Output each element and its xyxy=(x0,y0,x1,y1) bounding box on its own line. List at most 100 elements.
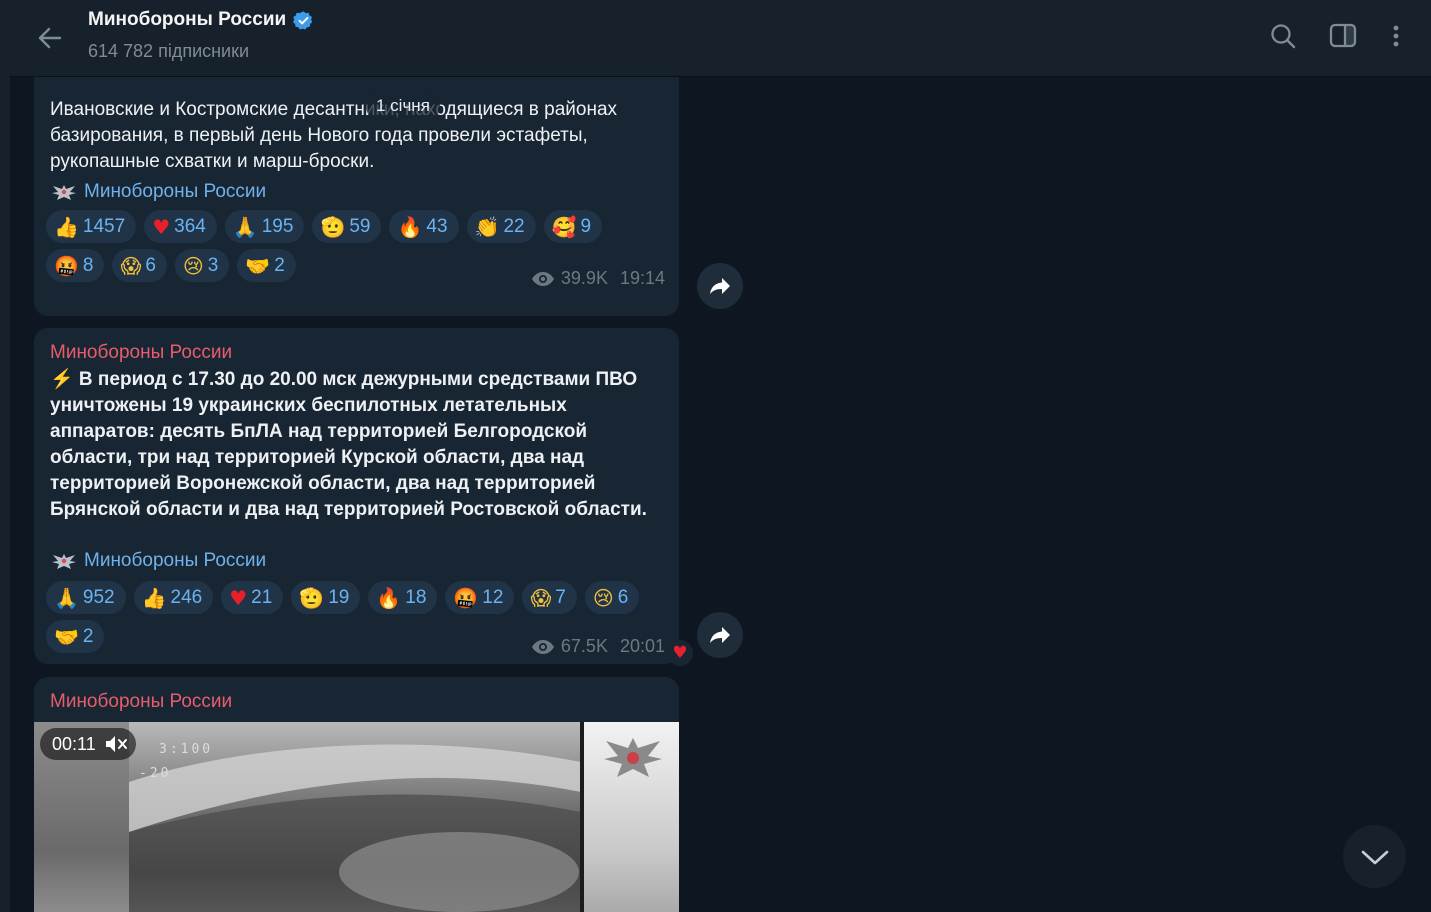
eye-icon xyxy=(531,271,554,286)
reaction-count: 2 xyxy=(274,254,285,276)
reactions-row: 🤬 8 😱 6 😢 3 🤝 2 xyxy=(46,249,296,282)
reaction-count: 952 xyxy=(82,586,115,608)
reaction-angry[interactable]: 🤬 8 xyxy=(46,249,105,282)
kebab-menu-icon xyxy=(1393,25,1399,47)
more-menu-button[interactable] xyxy=(1381,21,1411,51)
channel-title-row[interactable]: Минобороны России xyxy=(88,9,314,31)
reaction-fire[interactable]: 🔥 18 xyxy=(368,581,438,614)
reaction-angry[interactable]: 🤬 12 xyxy=(445,581,515,614)
share-button[interactable] xyxy=(697,612,743,658)
reaction-thumbs-up[interactable]: 👍 1457 xyxy=(46,210,137,243)
reaction-heart[interactable]: ♥ 364 xyxy=(144,210,217,243)
reaction-count: 364 xyxy=(174,215,206,237)
scroll-to-bottom-button[interactable] xyxy=(1343,825,1406,888)
video-duration-badge[interactable]: 00:11 xyxy=(40,728,136,760)
crying-face-icon: 😢 xyxy=(592,585,614,610)
subscriber-count: 614 782 підписники xyxy=(88,41,250,61)
sidebar-toggle-icon xyxy=(1329,23,1357,48)
pray-icon: 🙏 xyxy=(54,585,79,610)
sender-name[interactable]: Минобороны России xyxy=(50,691,232,713)
heart-icon: ♥ xyxy=(229,585,248,610)
video-frame-right xyxy=(584,722,679,912)
back-button[interactable] xyxy=(34,22,66,54)
message-bubble: Ивановские и Костромские десантники, нах… xyxy=(34,77,679,316)
share-arrow-icon xyxy=(710,278,730,294)
fire-icon: 🔥 xyxy=(397,214,423,239)
reaction-thumbs-up[interactable]: 👍 246 xyxy=(133,581,214,614)
reaction-count: 6 xyxy=(145,254,156,276)
video-duration: 00:11 xyxy=(52,733,96,754)
pray-icon: 🙏 xyxy=(232,214,258,239)
reaction-count: 195 xyxy=(261,215,294,237)
message-text: ⚡ В период с 17.30 до 20.00 мск дежурным… xyxy=(50,369,647,520)
chevron-down-icon xyxy=(1361,850,1388,864)
arrow-left-icon xyxy=(38,27,62,49)
channel-signature-link[interactable]: Минобороны России xyxy=(50,181,266,203)
eagle-emblem-icon xyxy=(52,185,76,200)
scream-face-icon: 😱 xyxy=(530,585,552,610)
own-reaction-heart-icon[interactable]: ♥ xyxy=(667,640,693,666)
scream-face-icon: 😱 xyxy=(120,253,142,278)
thumbs-up-icon: 👍 xyxy=(141,585,167,610)
reaction-count: 1457 xyxy=(82,215,126,237)
reaction-heart[interactable]: ♥ 21 xyxy=(221,581,284,614)
angry-face-icon: 🤬 xyxy=(453,585,479,610)
channel-name[interactable]: Минобороны России xyxy=(88,9,286,31)
crying-face-icon: 😢 xyxy=(182,253,204,278)
search-button[interactable] xyxy=(1268,21,1298,51)
reaction-clap[interactable]: 👏 22 xyxy=(466,210,536,243)
reaction-count: 21 xyxy=(251,586,273,608)
reaction-salute[interactable]: 🫡 59 xyxy=(312,210,382,243)
message-meta: 67.5K 20:01 xyxy=(531,636,665,657)
reaction-handshake[interactable]: 🤝 2 xyxy=(237,249,296,282)
channel-signature-link[interactable]: Минобороны России xyxy=(50,550,266,572)
reaction-count: 12 xyxy=(482,586,504,608)
share-button[interactable] xyxy=(697,263,743,309)
eagle-emblem-icon xyxy=(52,554,76,569)
reaction-handshake[interactable]: 🤝 2 xyxy=(46,620,105,653)
smiling-hearts-icon: 🥰 xyxy=(551,214,577,239)
message-time: 19:14 xyxy=(619,268,665,288)
view-count: 67.5K xyxy=(560,636,608,656)
reaction-scream[interactable]: 😱 6 xyxy=(112,249,167,282)
hud-heading-text: -20 xyxy=(139,766,172,781)
reaction-salute[interactable]: 🫡 19 xyxy=(291,581,361,614)
reaction-count: 19 xyxy=(328,586,350,608)
reaction-count: 59 xyxy=(349,215,371,237)
message-time: 20:01 xyxy=(619,636,665,656)
reaction-count: 246 xyxy=(170,586,203,608)
reaction-cry[interactable]: 😢 6 xyxy=(584,581,640,614)
sidebar-toggle-button[interactable] xyxy=(1328,21,1358,51)
reaction-count: 6 xyxy=(617,586,629,608)
reactions-row: 👍 1457 ♥ 364 🙏 195 🫡 59 🔥 43 👏 22 🥰 9 xyxy=(46,210,603,243)
message-list[interactable]: Ивановские и Костромские десантники, нах… xyxy=(10,77,1431,912)
handshake-icon: 🤝 xyxy=(245,253,271,278)
reactions-row: 🤝 2 xyxy=(46,620,105,653)
muted-speaker-icon xyxy=(105,736,127,752)
reaction-pray[interactable]: 🙏 195 xyxy=(224,210,305,243)
left-edge-strip xyxy=(0,0,10,912)
view-count: 39.9K xyxy=(560,268,608,288)
eye-icon xyxy=(531,639,554,654)
message-text: Ивановские и Костромские десантники, нах… xyxy=(50,99,618,172)
reaction-count: 9 xyxy=(580,215,592,237)
hud-altitude-text: 3:100 xyxy=(159,742,214,757)
video-player[interactable]: 3:100 -20 00:11 xyxy=(34,722,679,912)
signature-text[interactable]: Минобороны России xyxy=(84,550,266,572)
eagle-emblem-icon xyxy=(604,738,662,777)
reaction-cry[interactable]: 😢 3 xyxy=(174,249,230,282)
angry-face-icon: 🤬 xyxy=(54,253,79,278)
message-meta: 39.9K 19:14 xyxy=(531,268,665,289)
fire-icon: 🔥 xyxy=(376,585,402,610)
salute-icon: 🫡 xyxy=(299,585,325,610)
reaction-pray[interactable]: 🙏 952 xyxy=(46,581,126,614)
sender-name[interactable]: Минобороны России xyxy=(50,342,232,364)
signature-text[interactable]: Минобороны России xyxy=(84,181,266,203)
salute-icon: 🫡 xyxy=(320,214,346,239)
reaction-fire[interactable]: 🔥 43 xyxy=(389,210,459,243)
reaction-smiling-hearts[interactable]: 🥰 9 xyxy=(543,210,603,243)
date-badge: 1 січня xyxy=(366,93,440,119)
message-bubble: Минобороны России ⚡ В период с 17.30 до … xyxy=(34,328,679,664)
reaction-scream[interactable]: 😱 7 xyxy=(522,581,577,614)
chat-header: Минобороны России 614 782 підписники xyxy=(10,0,1431,77)
